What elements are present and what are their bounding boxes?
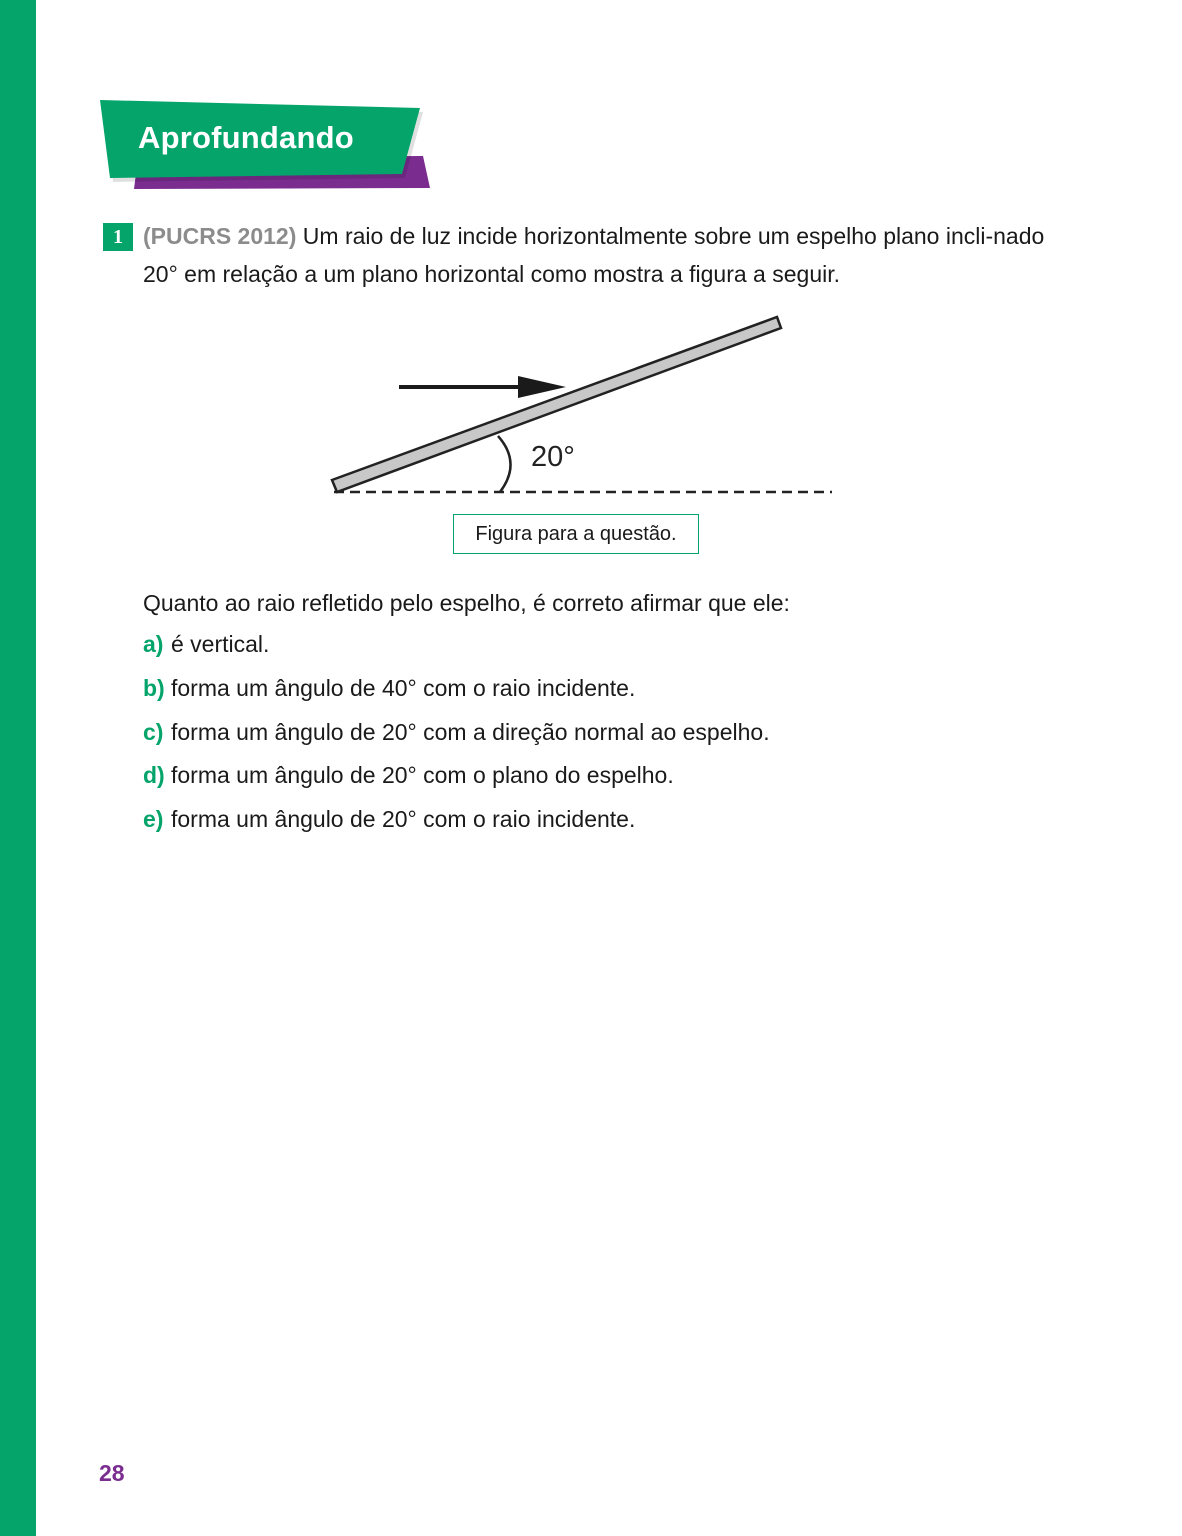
- option-letter: a): [143, 631, 164, 657]
- question-prompt: Quanto ao raio refletido pelo espelho, é…: [143, 590, 790, 616]
- figure-caption: Figura para a questão.: [453, 514, 699, 554]
- question-text: (PUCRS 2012) Um raio de luz incide horiz…: [143, 217, 1063, 293]
- arrow-head-icon: [518, 376, 566, 398]
- mirror-figure: [330, 315, 832, 494]
- option-letter: e): [143, 806, 164, 832]
- section-title: Aprofundando: [138, 120, 354, 155]
- option-text: forma um ângulo de 20° com o raio incide…: [171, 806, 636, 832]
- option-letter: b): [143, 675, 165, 701]
- angle-arc: [497, 435, 512, 493]
- option-d[interactable]: d) forma um ângulo de 20° com o plano do …: [143, 760, 674, 790]
- option-letter: c): [143, 719, 164, 745]
- page-number: 28: [99, 1460, 125, 1486]
- angle-label: 20°: [531, 441, 575, 473]
- option-e[interactable]: e) forma um ângulo de 20° com o raio inci…: [143, 804, 635, 834]
- section-banner: Aprofundando: [98, 98, 438, 194]
- option-b[interactable]: b) forma um ângulo de 40° com o raio inci…: [143, 673, 635, 703]
- option-text: forma um ângulo de 40° com o raio incide…: [171, 675, 636, 701]
- question-number-badge: 1: [103, 223, 133, 251]
- option-c[interactable]: c) forma um ângulo de 20° com a direção n…: [143, 717, 770, 747]
- option-letter: d): [143, 762, 165, 788]
- question-source: (PUCRS 2012): [143, 223, 297, 249]
- option-text: é vertical.: [171, 631, 270, 657]
- option-text: forma um ângulo de 20° com o plano do es…: [171, 762, 674, 788]
- option-text: forma um ângulo de 20° com a direção nor…: [171, 719, 770, 745]
- option-a[interactable]: a) é vertical.: [143, 629, 269, 659]
- side-color-bar: [0, 0, 36, 1536]
